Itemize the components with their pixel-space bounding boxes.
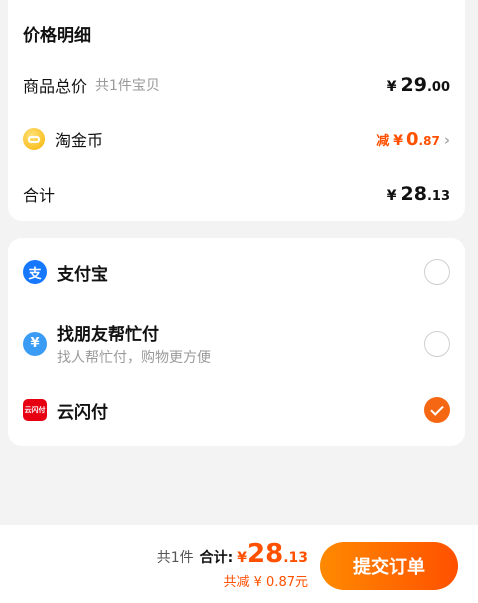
order-summary: 共1件 合计: ¥ 28 .13 共减 ¥ 0.87元 bbox=[156, 539, 308, 590]
alipay-radio[interactable] bbox=[424, 259, 450, 285]
discount-note: 共减 ¥ 0.87元 bbox=[223, 575, 308, 590]
price-detail-title: 价格明细 bbox=[23, 26, 91, 46]
price-detail-card: 价格明细 商品总价 共1件宝贝 ¥ 29 .00 淘金币 减 ¥ 0 .87 ›… bbox=[8, 0, 465, 221]
payment-option-unionpay[interactable]: 云闪付 云闪付 bbox=[23, 397, 450, 423]
checkout-footer: 共1件 合计: ¥ 28 .13 共减 ¥ 0.87元 提交订单 bbox=[0, 525, 478, 603]
chevron-right-icon: › bbox=[443, 130, 450, 149]
unionpay-radio-checked[interactable] bbox=[424, 397, 450, 423]
friend-pay-radio[interactable] bbox=[424, 330, 450, 357]
submit-order-button[interactable]: 提交订单 bbox=[320, 542, 458, 590]
goods-total-row: 商品总价 共1件宝贝 ¥ 29 .00 bbox=[23, 70, 450, 100]
payment-option-friend[interactable]: ¥ 找朋友帮忙付 找人帮忙付，购物更方便 bbox=[23, 320, 450, 367]
unionpay-icon: 云闪付 bbox=[23, 399, 47, 421]
payment-option-alipay[interactable]: 支 支付宝 bbox=[23, 259, 450, 285]
payment-name: 找朋友帮忙付 bbox=[57, 325, 159, 345]
total-dec: .13 bbox=[283, 550, 308, 566]
coin-label: 淘金币 bbox=[55, 131, 104, 150]
total-label: 合计 bbox=[23, 186, 56, 205]
friend-pay-icon: ¥ bbox=[23, 331, 47, 356]
payment-methods-card: 支 支付宝 ¥ 找朋友帮忙付 找人帮忙付，购物更方便 云闪付 云闪付 bbox=[8, 238, 465, 446]
total-label: 合计: bbox=[199, 550, 234, 566]
payment-subtitle: 找人帮忙付，购物更方便 bbox=[57, 350, 211, 366]
item-count: 共1件 bbox=[156, 550, 194, 566]
goods-total-label: 商品总价 bbox=[23, 77, 88, 96]
total-row: 合计 ¥ 28 .13 bbox=[23, 179, 450, 209]
payment-name: 云闪付 bbox=[57, 402, 108, 423]
payment-name: 支付宝 bbox=[57, 264, 108, 285]
coin-row[interactable]: 淘金币 减 ¥ 0 .87 › bbox=[23, 124, 450, 154]
coin-discount-amount: 减 ¥ 0 .87 › bbox=[376, 128, 450, 150]
gold-coin-icon bbox=[23, 128, 45, 150]
total-int: 28 bbox=[247, 539, 284, 569]
goods-count-note: 共1件宝贝 bbox=[95, 78, 160, 94]
alipay-icon: 支 bbox=[23, 260, 47, 284]
goods-total-amount: ¥ 29 .00 bbox=[386, 74, 450, 96]
total-amount: ¥ 28 .13 bbox=[386, 183, 450, 205]
